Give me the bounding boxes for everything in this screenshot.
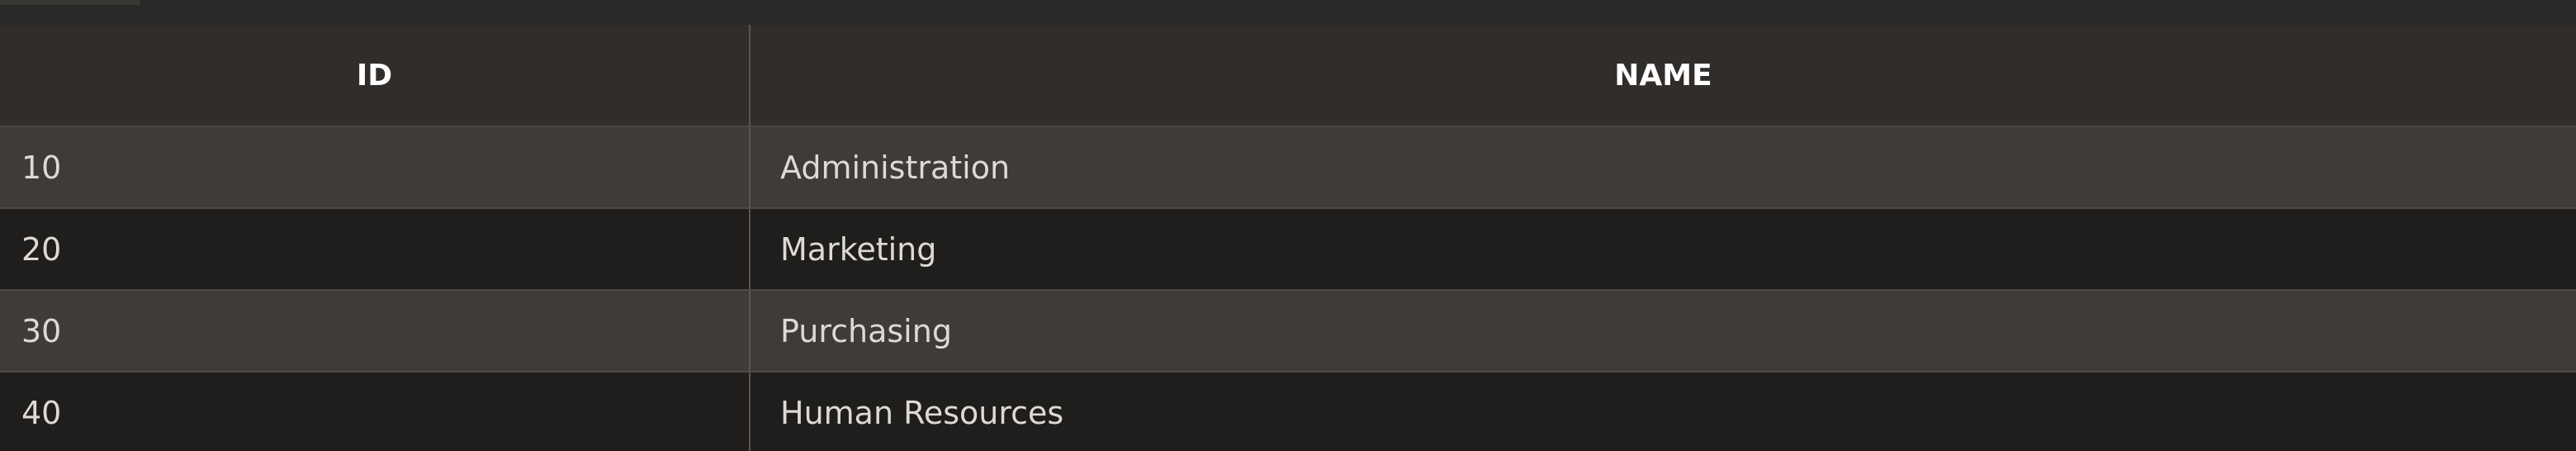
- table-row[interactable]: 30 Purchasing: [0, 290, 2576, 373]
- column-header-name[interactable]: NAME: [750, 25, 2576, 127]
- table-row[interactable]: 10 Administration: [0, 126, 2576, 209]
- cell-id[interactable]: 40: [0, 372, 751, 451]
- cell-id[interactable]: 10: [0, 126, 751, 209]
- scrollbar-thumb[interactable]: [0, 0, 140, 5]
- cell-name[interactable]: Administration: [750, 126, 2576, 209]
- table-row[interactable]: 40 Human Resources: [0, 372, 2576, 451]
- cell-name[interactable]: Human Resources: [750, 372, 2576, 451]
- table-header-row: ID NAME: [0, 25, 2576, 127]
- cell-name[interactable]: Purchasing: [750, 290, 2576, 373]
- data-grid-region: ID NAME 10 Administration 20 Marketing 3…: [0, 0, 2576, 451]
- column-header-id[interactable]: ID: [0, 25, 751, 127]
- cell-name[interactable]: Marketing: [750, 208, 2576, 291]
- cell-id[interactable]: 20: [0, 208, 751, 291]
- horizontal-scrollbar[interactable]: [0, 0, 2576, 26]
- table-row[interactable]: 20 Marketing: [0, 208, 2576, 291]
- cell-id[interactable]: 30: [0, 290, 751, 373]
- departments-table: ID NAME 10 Administration 20 Marketing 3…: [0, 25, 2576, 451]
